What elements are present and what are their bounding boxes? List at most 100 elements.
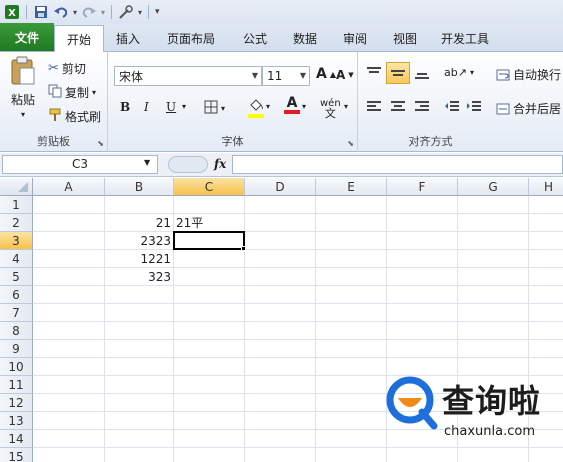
cell-a5[interactable] — [33, 268, 105, 286]
cell-c11[interactable] — [174, 376, 245, 394]
cell-b15[interactable] — [105, 448, 174, 462]
cell-d6[interactable] — [245, 286, 316, 304]
cell-d15[interactable] — [245, 448, 316, 462]
cell-c4[interactable] — [174, 250, 245, 268]
row-header-3[interactable]: 3 — [0, 232, 33, 250]
cell-e13[interactable] — [316, 412, 387, 430]
row-header-5[interactable]: 5 — [0, 268, 33, 286]
align-middle-button[interactable] — [386, 62, 410, 84]
cell-b5[interactable]: 323 — [105, 268, 174, 286]
row-header-6[interactable]: 6 — [0, 286, 33, 304]
cell-e15[interactable] — [316, 448, 387, 462]
fill-color-button[interactable] — [248, 98, 264, 118]
cell-c12[interactable] — [174, 394, 245, 412]
cell-a3[interactable] — [33, 232, 105, 250]
cell-h15[interactable] — [529, 448, 563, 462]
select-all-corner[interactable] — [0, 178, 33, 196]
cell-d13[interactable] — [245, 412, 316, 430]
name-box[interactable]: C3 — [2, 155, 158, 174]
cell-e7[interactable] — [316, 304, 387, 322]
cell-f9[interactable] — [387, 340, 458, 358]
row-header-2[interactable]: 2 — [0, 214, 33, 232]
cell-d8[interactable] — [245, 322, 316, 340]
cell-g7[interactable] — [458, 304, 529, 322]
merge-center-button[interactable]: 合并后居 — [496, 100, 561, 117]
cell-a6[interactable] — [33, 286, 105, 304]
column-header-d[interactable]: D — [245, 178, 316, 196]
cell-a15[interactable] — [33, 448, 105, 462]
cell-c1[interactable] — [174, 196, 245, 214]
clipboard-launcher-icon[interactable]: ⬊ — [97, 139, 104, 148]
column-header-g[interactable]: G — [458, 178, 529, 196]
name-box-dropdown-icon[interactable]: ▼ — [144, 158, 150, 167]
cell-f2[interactable] — [387, 214, 458, 232]
cell-b4[interactable]: 1221 — [105, 250, 174, 268]
cell-f8[interactable] — [387, 322, 458, 340]
cell-b1[interactable] — [105, 196, 174, 214]
cell-e1[interactable] — [316, 196, 387, 214]
column-header-h[interactable]: H — [529, 178, 563, 196]
fill-handle[interactable] — [241, 246, 246, 251]
cell-h7[interactable] — [529, 304, 563, 322]
align-right-button[interactable] — [414, 100, 430, 114]
cell-g3[interactable] — [458, 232, 529, 250]
cell-a13[interactable] — [33, 412, 105, 430]
paste-button[interactable]: 粘贴 ▾ — [6, 56, 40, 119]
cell-c13[interactable] — [174, 412, 245, 430]
wrap-text-button[interactable]: 自动换行 — [496, 66, 561, 83]
cell-g8[interactable] — [458, 322, 529, 340]
cell-a8[interactable] — [33, 322, 105, 340]
underline-dropdown-icon[interactable]: ▾ — [182, 102, 186, 111]
cell-f5[interactable] — [387, 268, 458, 286]
cell-a2[interactable] — [33, 214, 105, 232]
tab-developer[interactable]: 开发工具 — [430, 25, 500, 51]
border-button[interactable]: ▾ — [204, 100, 225, 117]
cell-d10[interactable] — [245, 358, 316, 376]
cell-h1[interactable] — [529, 196, 563, 214]
row-header-4[interactable]: 4 — [0, 250, 33, 268]
font-name-select[interactable]: 宋体 ▼ — [114, 66, 262, 86]
grow-font-button[interactable]: A ▲ — [316, 66, 336, 82]
cell-f1[interactable] — [387, 196, 458, 214]
cell-e5[interactable] — [316, 268, 387, 286]
tab-review[interactable]: 审阅 — [330, 25, 380, 51]
row-header-10[interactable]: 10 — [0, 358, 33, 376]
cell-c9[interactable] — [174, 340, 245, 358]
column-header-e[interactable]: E — [316, 178, 387, 196]
fill-color-dropdown-icon[interactable]: ▾ — [266, 102, 270, 111]
cell-c7[interactable] — [174, 304, 245, 322]
cell-e9[interactable] — [316, 340, 387, 358]
align-left-button[interactable] — [366, 100, 382, 114]
row-header-1[interactable]: 1 — [0, 196, 33, 214]
shrink-font-button[interactable]: A ▼ — [336, 68, 354, 82]
redo-icon[interactable] — [81, 4, 97, 20]
cell-e12[interactable] — [316, 394, 387, 412]
formula-input[interactable] — [232, 155, 563, 174]
cell-g6[interactable] — [458, 286, 529, 304]
row-header-14[interactable]: 14 — [0, 430, 33, 448]
bold-button[interactable]: B — [120, 100, 130, 114]
cell-c10[interactable] — [174, 358, 245, 376]
cell-c5[interactable] — [174, 268, 245, 286]
cell-e10[interactable] — [316, 358, 387, 376]
row-header-13[interactable]: 13 — [0, 412, 33, 430]
cell-a12[interactable] — [33, 394, 105, 412]
cell-b2[interactable]: 21 — [105, 214, 174, 232]
cell-f6[interactable] — [387, 286, 458, 304]
tab-formulas[interactable]: 公式 — [230, 25, 280, 51]
tab-data[interactable]: 数据 — [280, 25, 330, 51]
copy-button[interactable]: 复制 ▾ — [48, 84, 96, 101]
cell-e4[interactable] — [316, 250, 387, 268]
tab-file[interactable]: 文件 — [0, 23, 54, 51]
cell-c2[interactable]: 21平 — [174, 214, 245, 232]
cell-c8[interactable] — [174, 322, 245, 340]
cell-a1[interactable] — [33, 196, 105, 214]
row-header-12[interactable]: 12 — [0, 394, 33, 412]
formula-bar-divider-handle[interactable] — [168, 156, 208, 173]
excel-icon[interactable]: X — [4, 4, 20, 20]
font-color-dropdown-icon[interactable]: ▾ — [302, 102, 306, 111]
tools-icon[interactable] — [118, 4, 134, 20]
align-bottom-button[interactable] — [414, 66, 430, 80]
cell-d14[interactable] — [245, 430, 316, 448]
cell-f15[interactable] — [387, 448, 458, 462]
